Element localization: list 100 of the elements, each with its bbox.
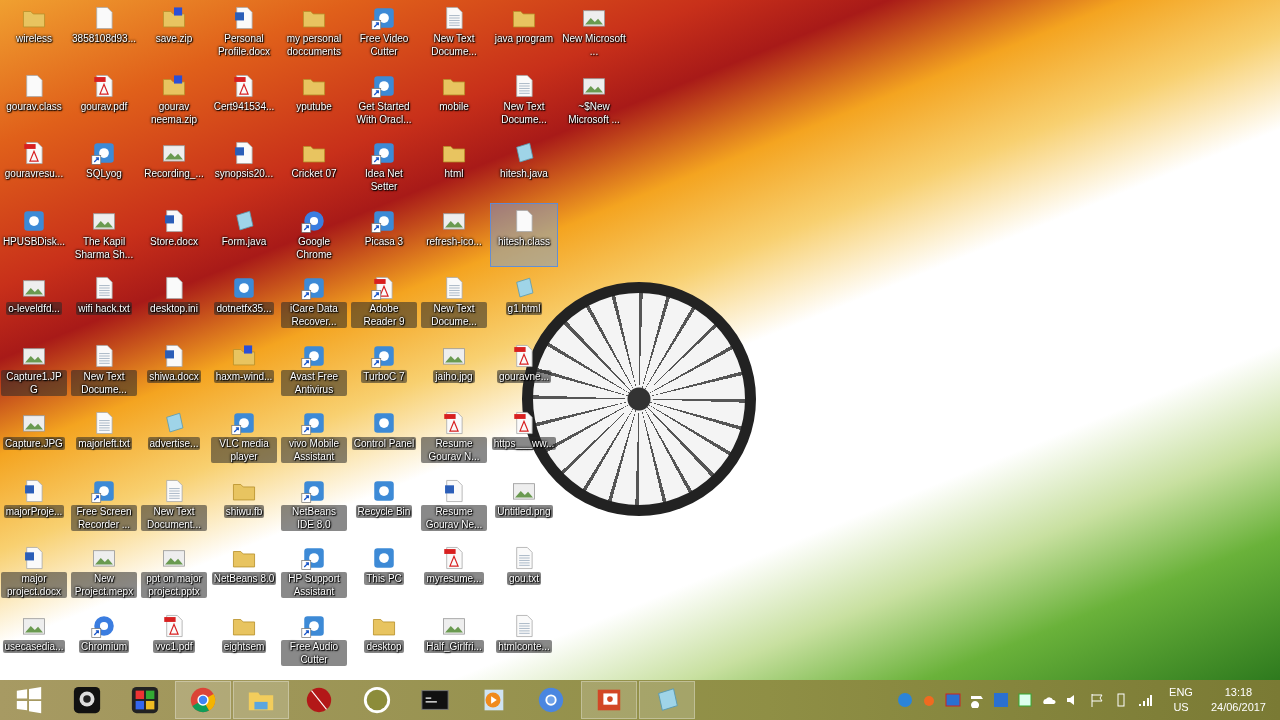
icon-label: gouravresu... — [4, 167, 64, 180]
desktop-icon[interactable]: HPUSBDisk... — [0, 202, 68, 267]
icon-label: 3858108d93... — [72, 32, 136, 45]
desktop-icon[interactable]: Half_Girlfri... — [420, 607, 488, 672]
desktop-icon[interactable]: New Text Docume... — [420, 0, 488, 64]
signal-icon[interactable] — [1137, 692, 1154, 708]
desktop-icon[interactable]: Resume Gourav N... — [420, 405, 488, 469]
icon-label: html — [444, 167, 464, 180]
desktop-icon[interactable]: my personal doccuments — [280, 0, 348, 64]
desktop-icon[interactable]: major project.docx — [0, 540, 68, 604]
clock[interactable]: 13:18 24/06/2017 — [1210, 685, 1266, 715]
desktop-icon[interactable]: shiwa.docx — [140, 337, 208, 402]
desktop-icon[interactable]: Capture.JPG — [0, 405, 68, 469]
desktop-icon[interactable]: iCare Data Recover... — [280, 270, 348, 334]
desktop-icon[interactable]: haxm-wind... — [210, 337, 278, 402]
desktop-icon[interactable]: html — [420, 135, 488, 199]
desktop-icon[interactable]: majorProje... — [0, 472, 68, 537]
desktop-icon[interactable]: Recording_... — [140, 135, 208, 199]
desktop-icon[interactable]: Free Video Cutter — [350, 0, 418, 64]
checkbox-icon[interactable] — [1017, 692, 1034, 708]
desktop-icon[interactable]: Form.java — [210, 202, 278, 267]
desktop-icon[interactable]: New Text Docume... — [490, 67, 558, 132]
desktop-icon[interactable]: desktop.ini — [140, 270, 208, 334]
desktop-icon[interactable]: VLC media player — [210, 405, 278, 469]
desktop-icon[interactable]: mobile — [420, 67, 488, 132]
language-indicator[interactable]: ENG US — [1169, 685, 1193, 715]
desktop-icon[interactable]: New Project.mepx — [70, 540, 138, 604]
desktop-icon[interactable]: Free Screen Recorder ... — [70, 472, 138, 537]
desktop-icon[interactable]: SQLyog — [70, 135, 138, 199]
icon-label: New Microsoft ... — [561, 32, 627, 58]
desktop-icon[interactable]: Adobe Reader 9 — [350, 270, 418, 334]
desktop-icon[interactable]: dotnetfx35... — [210, 270, 278, 334]
desktop-icon[interactable]: ~$New Microsoft ... — [560, 67, 628, 132]
icon-label: Free Video Cutter — [358, 32, 410, 58]
desktop-icon[interactable]: Picasa 3 — [350, 202, 418, 267]
desktop-icon[interactable]: gou.txt — [490, 540, 558, 604]
desktop-icon[interactable]: Recycle Bin — [350, 472, 418, 537]
desktop-icon[interactable]: refresh-ico... — [420, 202, 488, 267]
desktop-icon[interactable]: wireless — [0, 0, 68, 64]
desktop-icon[interactable]: Idea Net Setter — [350, 135, 418, 199]
desktop-icon[interactable]: 3858108d93... — [70, 0, 138, 64]
desktop-icon[interactable]: g1.html — [490, 270, 558, 334]
desktop-icon[interactable]: advertise... — [140, 405, 208, 469]
icon-label: gourav neema.zip — [149, 99, 199, 126]
desktop-icon[interactable]: gouravresu... — [0, 135, 68, 199]
desktop-icon[interactable]: New Text Docume... — [420, 270, 488, 334]
icon-label: save.zip — [155, 32, 193, 45]
desktop-icon[interactable]: majorleft.txt — [70, 405, 138, 469]
desktop-icon[interactable]: java program — [490, 0, 558, 64]
desktop-icon[interactable]: Free Audio Cutter — [280, 607, 348, 672]
icon-label: Form.java — [221, 234, 267, 248]
desktop-icon[interactable]: vivo Mobile Assistant — [280, 405, 348, 469]
desktop-icon[interactable]: ppt on major project.pptx — [140, 540, 208, 604]
desktop-icon[interactable]: gourav.pdf — [70, 67, 138, 132]
icon-label: majorProje... — [3, 504, 65, 518]
desktop-icon[interactable]: Get Started With Oracl... — [350, 67, 418, 132]
desktop-icon[interactable]: gourav.class — [0, 67, 68, 132]
desktop-icon[interactable]: usecasedia... — [0, 607, 68, 672]
desktop-icon[interactable]: hitesh.class — [490, 202, 558, 267]
icon-label: refresh-ico... — [426, 234, 482, 248]
desktop-icon[interactable]: Google Chrome — [280, 202, 348, 267]
desktop-icon[interactable]: Resume Gourav Ne... — [420, 472, 488, 537]
desktop-icon[interactable]: New Text Docume... — [70, 337, 138, 402]
desktop-icon[interactable]: Untitled.png — [490, 472, 558, 537]
desktop-icon[interactable]: gourav neema.zip — [140, 67, 208, 132]
desktop-icon[interactable]: New Text Document... — [140, 472, 208, 537]
desktop-icon[interactable]: The Kapil Sharma Sh... — [70, 202, 138, 267]
desktop-icon[interactable]: desktop — [350, 607, 418, 672]
desktop-icon[interactable]: Avast Free Antivirus — [280, 337, 348, 402]
desktop-icon[interactable]: synopsis20... — [210, 135, 278, 199]
icon-label: Google Chrome — [295, 234, 333, 261]
desktop-icon[interactable]: wifi hack.txt — [70, 270, 138, 334]
desktop-icon[interactable]: NetBeans 8.0 — [210, 540, 278, 604]
desktop-icon[interactable]: NetBeans IDE 8.0 — [280, 472, 348, 537]
desktop-icon[interactable]: eightsem — [210, 607, 278, 672]
desktop-icon[interactable]: o-leveldfd... — [0, 270, 68, 334]
desktop-icon[interactable]: Chromium — [70, 607, 138, 672]
icon-label: java program — [494, 32, 554, 45]
desktop-icon[interactable]: myresume... — [420, 540, 488, 604]
desktop-icon[interactable]: This PC — [350, 540, 418, 604]
desktop-icon[interactable]: Cricket 07 — [280, 135, 348, 199]
icon-label: Personal Profile.docx — [216, 32, 272, 58]
desktop-icon[interactable]: jaiho.jpg — [420, 337, 488, 402]
desktop-icon[interactable]: New Microsoft ... — [560, 0, 628, 64]
desktop-icon[interactable]: Cert941534... — [210, 67, 278, 132]
icon-label: Free Audio Cutter — [281, 639, 347, 666]
desktop-icon[interactable]: yputube — [280, 67, 348, 132]
icon-label: Free Screen Recorder ... — [71, 504, 137, 531]
desktop-icon[interactable]: htmlconte... — [490, 607, 558, 672]
desktop-icon[interactable]: Personal Profile.docx — [210, 0, 278, 64]
desktop-icon[interactable]: shiwu.fb — [210, 472, 278, 537]
desktop-icon[interactable]: Capture1.JPG — [0, 337, 68, 402]
desktop-icon[interactable]: Control Panel — [350, 405, 418, 469]
flag-icon[interactable] — [1089, 692, 1106, 708]
desktop-icon[interactable]: TurboC 7 — [350, 337, 418, 402]
desktop-icon[interactable]: HP Support Assistant — [280, 540, 348, 604]
desktop-icon[interactable]: vvc1.pdf — [140, 607, 208, 672]
desktop-icon[interactable]: save.zip — [140, 0, 208, 64]
desktop-icon[interactable]: Store.docx — [140, 202, 208, 267]
desktop-icon[interactable]: hitesh.java — [490, 135, 558, 199]
